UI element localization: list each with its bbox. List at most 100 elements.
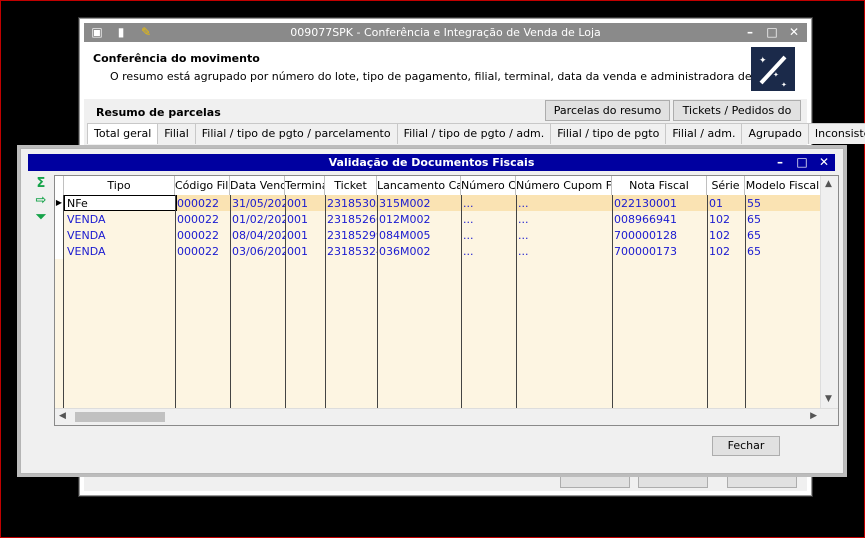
- col-nota-fiscal[interactable]: Nota Fiscal: [612, 176, 707, 195]
- main-window-header: Conferência do movimento O resumo está a…: [84, 44, 807, 98]
- cell-ticket: 23185303: [327, 197, 377, 210]
- cell-cupom: ...: [518, 245, 529, 258]
- fechar-button[interactable]: Fechar: [712, 436, 780, 456]
- cell-filial: 000022: [177, 229, 219, 242]
- minimize-icon[interactable]: –: [743, 25, 757, 39]
- tab-filial-adm[interactable]: Filial / adm.: [665, 123, 743, 144]
- cell-cupom: ...: [518, 197, 529, 210]
- col-serie[interactable]: Série: [707, 176, 745, 195]
- documents-grid[interactable]: Tipo Código Filial Data Venda Terminal T…: [54, 175, 839, 426]
- col-tipo[interactable]: Tipo: [64, 176, 175, 195]
- tab-filial[interactable]: Filial: [157, 123, 196, 144]
- cell-serie: 102: [709, 229, 730, 242]
- grid-toolbar: Σ ⇨ ⏷: [33, 176, 51, 227]
- scroll-left-icon[interactable]: ◀: [59, 411, 66, 421]
- col-lancamento-caixa[interactable]: Lancamento Caixa: [377, 176, 461, 195]
- column-divider: [516, 195, 517, 408]
- col-numero-ccf[interactable]: Número CCF: [461, 176, 516, 195]
- cell-serie: 01: [709, 197, 723, 210]
- tab-total-geral[interactable]: Total geral: [87, 123, 159, 144]
- cell-terminal: 001: [287, 197, 308, 210]
- filter-icon[interactable]: ⏷: [33, 210, 49, 226]
- tab-filial-tipo-pgto-adm[interactable]: Filial / tipo de pgto / adm.: [396, 123, 552, 144]
- dialog-minimize-icon[interactable]: –: [773, 155, 787, 169]
- tickets-pedidos-button[interactable]: Tickets / Pedidos do período: [673, 100, 801, 136]
- validation-dialog: Validação de Documentos Fiscais – □ ✕ Σ …: [20, 148, 844, 474]
- column-divider: [745, 195, 746, 408]
- cell-ticket: 23185324: [327, 245, 377, 258]
- section-label: Resumo de parcelas: [96, 106, 221, 119]
- cell-modelo: 65: [747, 245, 761, 258]
- horizontal-scrollbar[interactable]: ◀ ▶: [55, 408, 838, 425]
- cell-caixa: 315M002: [379, 197, 431, 210]
- cell-ccf: ...: [463, 197, 474, 210]
- tab-filial-tipo-pgto[interactable]: Filial / tipo de pgto: [550, 123, 667, 144]
- cell-cupom: ...: [518, 229, 529, 242]
- indicator-header: [55, 176, 64, 195]
- column-divider: [175, 195, 176, 408]
- col-terminal[interactable]: Terminal: [285, 176, 325, 195]
- cell-modelo: 65: [747, 229, 761, 242]
- scroll-down-icon[interactable]: ▼: [825, 394, 832, 404]
- scroll-right-icon[interactable]: ▶: [810, 411, 817, 421]
- close-icon[interactable]: ✕: [787, 25, 801, 39]
- cell-caixa: 084M005: [379, 229, 431, 242]
- cell-filial: 000022: [177, 197, 219, 210]
- tab-inconsistencias[interactable]: Inconsistências: [807, 123, 865, 144]
- svg-text:✦: ✦: [781, 81, 787, 89]
- export-icon[interactable]: ⇨: [33, 193, 49, 209]
- cell-nota: 700000128: [614, 229, 677, 242]
- maximize-icon[interactable]: □: [765, 25, 779, 39]
- col-numero-cupom-fiscal[interactable]: Número Cupom Fiscal: [516, 176, 612, 195]
- main-window-titlebar: ▣ ▮ ✎ 009077SPK - Conferência e Integraç…: [84, 23, 807, 42]
- cell-serie: 102: [709, 213, 730, 226]
- cell-tipo: NFe: [67, 197, 88, 210]
- column-divider: [63, 195, 64, 408]
- dialog-maximize-icon[interactable]: □: [795, 155, 809, 169]
- cell-caixa: 012M002: [379, 213, 431, 226]
- cell-tipo: VENDA: [67, 245, 106, 258]
- tab-agrupado[interactable]: Agrupado: [741, 123, 809, 144]
- tab-strip: Total geral Filial Filial / tipo de pgto…: [87, 123, 865, 144]
- column-divider: [612, 195, 613, 408]
- cell-modelo: 55: [747, 197, 761, 210]
- column-divider: [377, 195, 378, 408]
- cell-data: 01/02/2022: [232, 213, 285, 226]
- col-ticket[interactable]: Ticket: [325, 176, 377, 195]
- cell-nota: 022130001: [614, 197, 677, 210]
- cell-terminal: 001: [287, 245, 308, 258]
- cell-nota: 700000173: [614, 245, 677, 258]
- horizontal-scroll-thumb[interactable]: [75, 412, 165, 422]
- grid-header: Tipo Código Filial Data Venda Terminal T…: [55, 176, 838, 196]
- column-divider: [325, 195, 326, 408]
- column-divider: [230, 195, 231, 408]
- main-window-title: 009077SPK - Conferência e Integração de …: [290, 26, 601, 39]
- tab-filial-tipo-pgto-parcelamento[interactable]: Filial / tipo de pgto / parcelamento: [194, 123, 398, 144]
- column-divider: [707, 195, 708, 408]
- cell-ccf: ...: [463, 213, 474, 226]
- parcelas-do-resumo-button[interactable]: Parcelas do resumo: [545, 100, 670, 121]
- cell-terminal: 001: [287, 213, 308, 226]
- cell-tipo: VENDA: [67, 229, 106, 242]
- vertical-scrollbar[interactable]: ▲ ▼: [820, 176, 838, 408]
- header-subtitle: O resumo está agrupado por número do lot…: [110, 70, 794, 83]
- column-divider: [461, 195, 462, 408]
- cell-data: 03/06/2022: [232, 245, 285, 258]
- magic-wand-icon: ✦ ✦ ✦: [751, 47, 795, 91]
- cell-ticket: 23185299: [327, 229, 377, 242]
- cell-filial: 000022: [177, 213, 219, 226]
- col-codigo-filial[interactable]: Código Filial: [175, 176, 230, 195]
- sum-icon[interactable]: Σ: [33, 176, 49, 192]
- cell-caixa: 036M002: [379, 245, 431, 258]
- cell-ccf: ...: [463, 229, 474, 242]
- cell-data: 08/04/2022: [232, 229, 285, 242]
- dialog-title: Validação de Documentos Fiscais: [328, 156, 535, 169]
- col-modelo-fiscal[interactable]: Modelo Fiscal: [745, 176, 821, 195]
- header-title: Conferência do movimento: [93, 52, 260, 65]
- column-divider: [285, 195, 286, 408]
- scroll-up-icon[interactable]: ▲: [825, 179, 832, 189]
- dialog-close-icon[interactable]: ✕: [817, 155, 831, 169]
- col-data-venda[interactable]: Data Venda: [230, 176, 285, 195]
- cell-data: 31/05/2022: [232, 197, 285, 210]
- cell-serie: 102: [709, 245, 730, 258]
